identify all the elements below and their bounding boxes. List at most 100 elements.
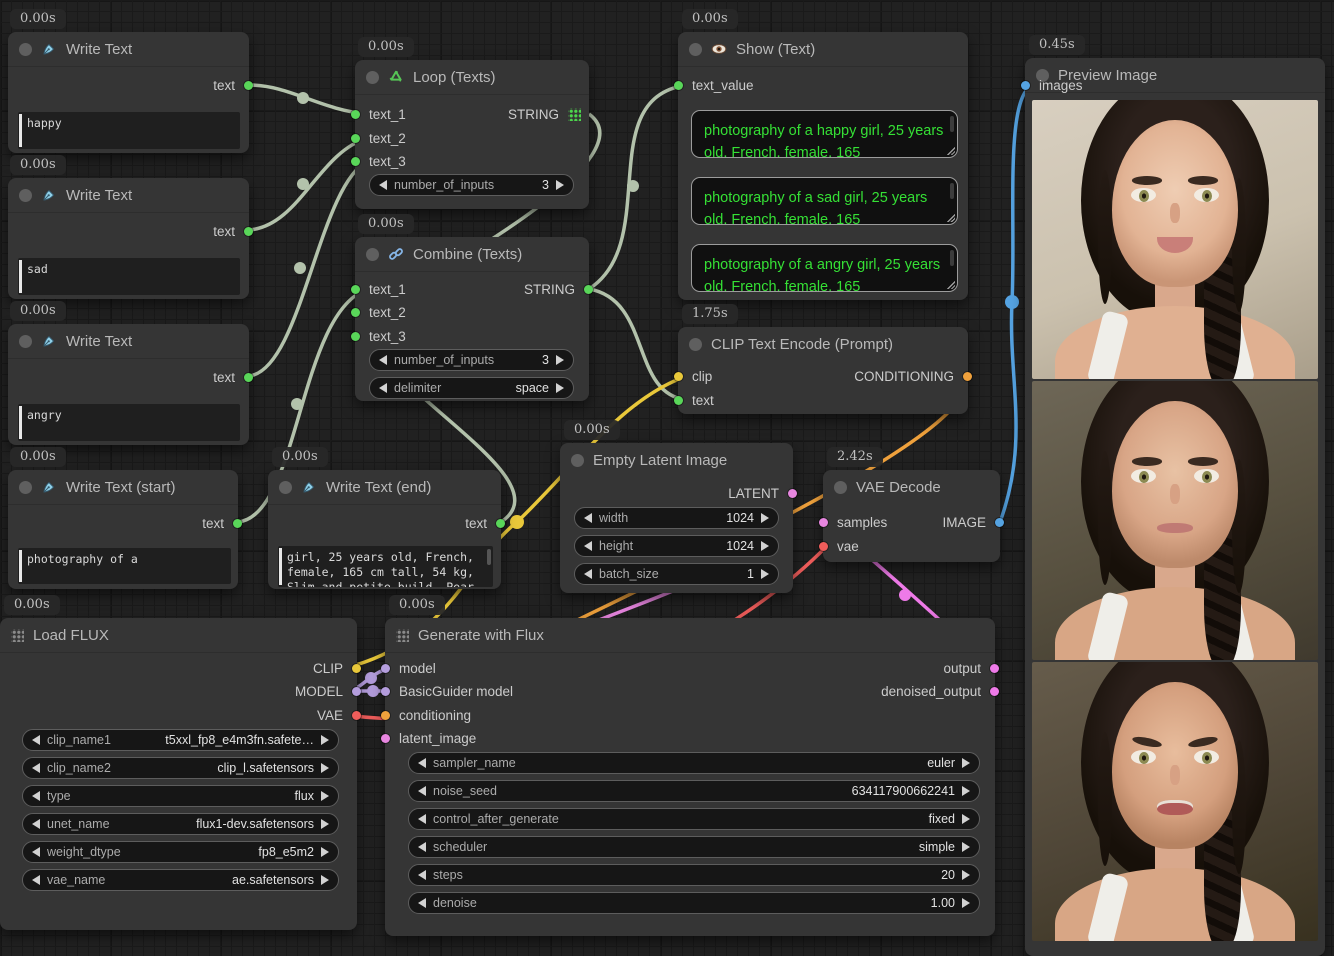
increment-arrow-icon[interactable]	[962, 870, 970, 880]
increment-arrow-icon[interactable]	[556, 180, 564, 190]
widget-clip-name2[interactable]: clip_name2 clip_l.safetensors	[22, 757, 339, 779]
next-option-arrow-icon[interactable]	[321, 735, 329, 745]
node-graph-canvas[interactable]: 0.00s 0.00s 0.00s 0.00s 0.00s 0.00s 0.00…	[0, 0, 1334, 956]
output-dot[interactable]	[244, 81, 253, 90]
input-dot[interactable]	[351, 134, 360, 143]
output-dot[interactable]	[584, 285, 593, 294]
output-dot[interactable]	[244, 373, 253, 382]
prev-option-arrow-icon[interactable]	[418, 814, 426, 824]
preview-image-angry[interactable]	[1032, 662, 1318, 941]
input-dot[interactable]	[351, 157, 360, 166]
node-titlebar[interactable]: Write Text (start)	[8, 470, 238, 505]
next-option-arrow-icon[interactable]	[962, 814, 970, 824]
node-titlebar[interactable]: Write Text	[8, 324, 249, 359]
next-option-arrow-icon[interactable]	[962, 758, 970, 768]
node-titlebar[interactable]: Write Text	[8, 178, 249, 213]
decrement-arrow-icon[interactable]	[379, 355, 387, 365]
resize-handle-icon[interactable]	[946, 146, 955, 155]
output-dot[interactable]	[990, 664, 999, 673]
increment-arrow-icon[interactable]	[761, 513, 769, 523]
widget-unet-name[interactable]: unet_name flux1-dev.safetensors	[22, 813, 339, 835]
output-dot[interactable]	[352, 687, 361, 696]
input-dot[interactable]	[674, 396, 683, 405]
decrement-arrow-icon[interactable]	[584, 513, 592, 523]
prev-option-arrow-icon[interactable]	[32, 763, 40, 773]
input-dot[interactable]	[381, 711, 390, 720]
widget-scheduler[interactable]: scheduler simple	[408, 836, 980, 858]
decrement-arrow-icon[interactable]	[418, 870, 426, 880]
output-dot[interactable]	[233, 519, 242, 528]
collapse-dot[interactable]	[19, 43, 32, 56]
output-dot[interactable]	[352, 711, 361, 720]
prev-option-arrow-icon[interactable]	[32, 735, 40, 745]
node-titlebar[interactable]: Write Text	[8, 32, 249, 67]
collapse-dot[interactable]	[571, 454, 584, 467]
text-input-area[interactable]: angry	[18, 404, 240, 441]
collapse-dot[interactable]	[366, 71, 379, 84]
show-text-box-happy[interactable]: photography of a happy girl, 25 years ol…	[691, 110, 958, 158]
text-input-area[interactable]: sad	[18, 258, 240, 295]
node-titlebar[interactable]: Load FLUX	[0, 618, 357, 653]
show-text-box-sad[interactable]: photography of a sad girl, 25 years old,…	[691, 177, 958, 225]
input-dot[interactable]	[1021, 81, 1030, 90]
widget-denoise[interactable]: denoise 1.00	[408, 892, 980, 914]
prev-option-arrow-icon[interactable]	[32, 875, 40, 885]
node-titlebar[interactable]: Combine (Texts)	[355, 237, 589, 272]
widget-noise-seed[interactable]: noise_seed 634117900662241	[408, 780, 980, 802]
show-text-box-angry[interactable]: photography of a angry girl, 25 years ol…	[691, 244, 958, 292]
increment-arrow-icon[interactable]	[962, 786, 970, 796]
scrollbar[interactable]	[950, 183, 954, 199]
input-dot[interactable]	[381, 687, 390, 696]
preview-image-happy[interactable]	[1032, 100, 1318, 379]
collapse-dot[interactable]	[689, 338, 702, 351]
input-dot[interactable]	[351, 285, 360, 294]
prev-option-arrow-icon[interactable]	[32, 847, 40, 857]
decrement-arrow-icon[interactable]	[379, 383, 387, 393]
input-dot[interactable]	[351, 110, 360, 119]
decrement-arrow-icon[interactable]	[418, 898, 426, 908]
node-titlebar[interactable]: Generate with Flux	[385, 618, 995, 653]
increment-arrow-icon[interactable]	[556, 383, 564, 393]
widget-weight-dtype[interactable]: weight_dtype fp8_e5m2	[22, 841, 339, 863]
decrement-arrow-icon[interactable]	[379, 180, 387, 190]
widget-number-of-inputs[interactable]: number_of_inputs 3	[369, 174, 574, 196]
next-option-arrow-icon[interactable]	[321, 875, 329, 885]
output-dot[interactable]	[352, 664, 361, 673]
increment-arrow-icon[interactable]	[761, 569, 769, 579]
input-dot[interactable]	[674, 81, 683, 90]
resize-handle-icon[interactable]	[946, 280, 955, 289]
collapse-dot[interactable]	[279, 481, 292, 494]
node-titlebar[interactable]: CLIP Text Encode (Prompt)	[678, 327, 968, 361]
collapse-dot[interactable]	[19, 189, 32, 202]
input-dot[interactable]	[351, 308, 360, 317]
scrollbar[interactable]	[950, 250, 954, 266]
decrement-arrow-icon[interactable]	[584, 541, 592, 551]
widget-height[interactable]: height 1024	[574, 535, 779, 557]
text-input-area[interactable]: photography of a	[18, 548, 231, 584]
widget-clip-name1[interactable]: clip_name1 t5xxl_fp8_e4m3fn.safete…	[22, 729, 339, 751]
node-titlebar[interactable]: Write Text (end)	[268, 470, 501, 505]
next-option-arrow-icon[interactable]	[321, 763, 329, 773]
output-dot[interactable]	[990, 687, 999, 696]
widget-type[interactable]: type flux	[22, 785, 339, 807]
next-option-arrow-icon[interactable]	[321, 847, 329, 857]
decrement-arrow-icon[interactable]	[418, 786, 426, 796]
widget-control-after-generate[interactable]: control_after_generate fixed	[408, 808, 980, 830]
next-option-arrow-icon[interactable]	[962, 842, 970, 852]
widget-sampler-name[interactable]: sampler_name euler	[408, 752, 980, 774]
prev-option-arrow-icon[interactable]	[32, 819, 40, 829]
input-dot[interactable]	[819, 542, 828, 551]
list-output-grid-icon[interactable]	[568, 108, 581, 121]
prev-option-arrow-icon[interactable]	[418, 758, 426, 768]
prev-option-arrow-icon[interactable]	[32, 791, 40, 801]
next-option-arrow-icon[interactable]	[321, 791, 329, 801]
increment-arrow-icon[interactable]	[761, 541, 769, 551]
increment-arrow-icon[interactable]	[556, 355, 564, 365]
input-dot[interactable]	[381, 664, 390, 673]
output-dot[interactable]	[788, 489, 797, 498]
resize-handle-icon[interactable]	[946, 213, 955, 222]
output-dot[interactable]	[496, 519, 505, 528]
text-input-area[interactable]: happy	[18, 112, 240, 149]
widget-vae-name[interactable]: vae_name ae.safetensors	[22, 869, 339, 891]
widget-width[interactable]: width 1024	[574, 507, 779, 529]
